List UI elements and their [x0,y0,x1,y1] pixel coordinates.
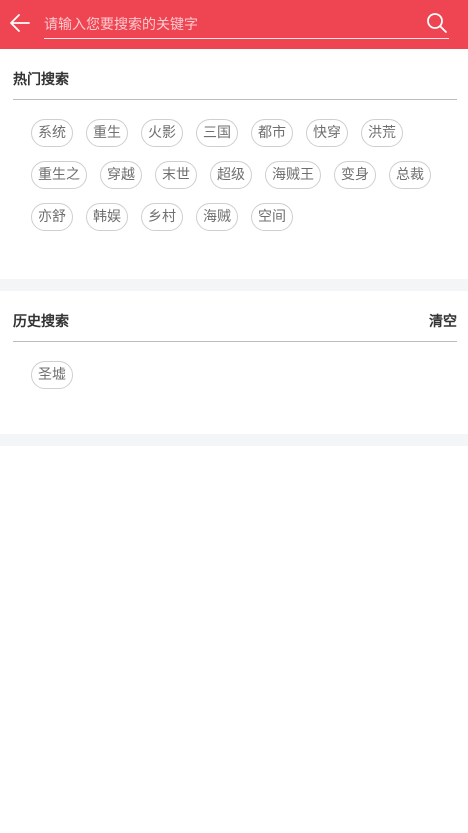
hot-tag[interactable]: 末世 [155,161,197,189]
hot-tag[interactable]: 海贼王 [265,161,321,189]
hot-tag[interactable]: 重生 [86,119,128,147]
section-gap [0,279,468,291]
hot-tag[interactable]: 三国 [196,119,238,147]
hot-search-title: 热门搜索 [13,72,69,88]
history-search-divider [13,341,457,342]
hot-tag[interactable]: 快穿 [306,119,348,147]
clear-history-button[interactable]: 清空 [429,312,457,332]
hot-tag[interactable]: 海贼 [196,203,238,231]
hot-tag[interactable]: 穿越 [100,161,142,189]
history-tag[interactable]: 圣墟 [31,361,73,389]
history-search-section: 历史搜索 清空 圣墟 [0,291,468,434]
hot-tag[interactable]: 重生之 [31,161,87,189]
hot-tag[interactable]: 系统 [31,119,73,147]
hot-tag[interactable]: 都市 [251,119,293,147]
history-search-tags: 圣墟 [31,361,451,389]
section-gap [0,434,468,446]
hot-tag[interactable]: 火影 [141,119,183,147]
hot-search-section: 热门搜索 系统 重生 火影 三国 都市 快穿 洪荒 重生之 穿越 末世 超级 海… [0,49,468,279]
hot-tag[interactable]: 变身 [334,161,376,189]
hot-tag[interactable]: 洪荒 [361,119,403,147]
hot-tag[interactable]: 空间 [251,203,293,231]
back-arrow-icon[interactable] [8,11,32,35]
hot-search-tags: 系统 重生 火影 三国 都市 快穿 洪荒 重生之 穿越 末世 超级 海贼王 变身… [31,119,451,231]
search-input[interactable] [44,13,449,39]
hot-tag[interactable]: 亦舒 [31,203,73,231]
search-header [0,0,468,49]
hot-tag[interactable]: 韩娱 [86,203,128,231]
hot-tag[interactable]: 总裁 [389,161,431,189]
hot-tag[interactable]: 超级 [210,161,252,189]
search-icon[interactable] [426,12,448,34]
history-search-title: 历史搜索 [13,314,69,330]
hot-tag[interactable]: 乡村 [141,203,183,231]
hot-search-divider [13,99,457,100]
